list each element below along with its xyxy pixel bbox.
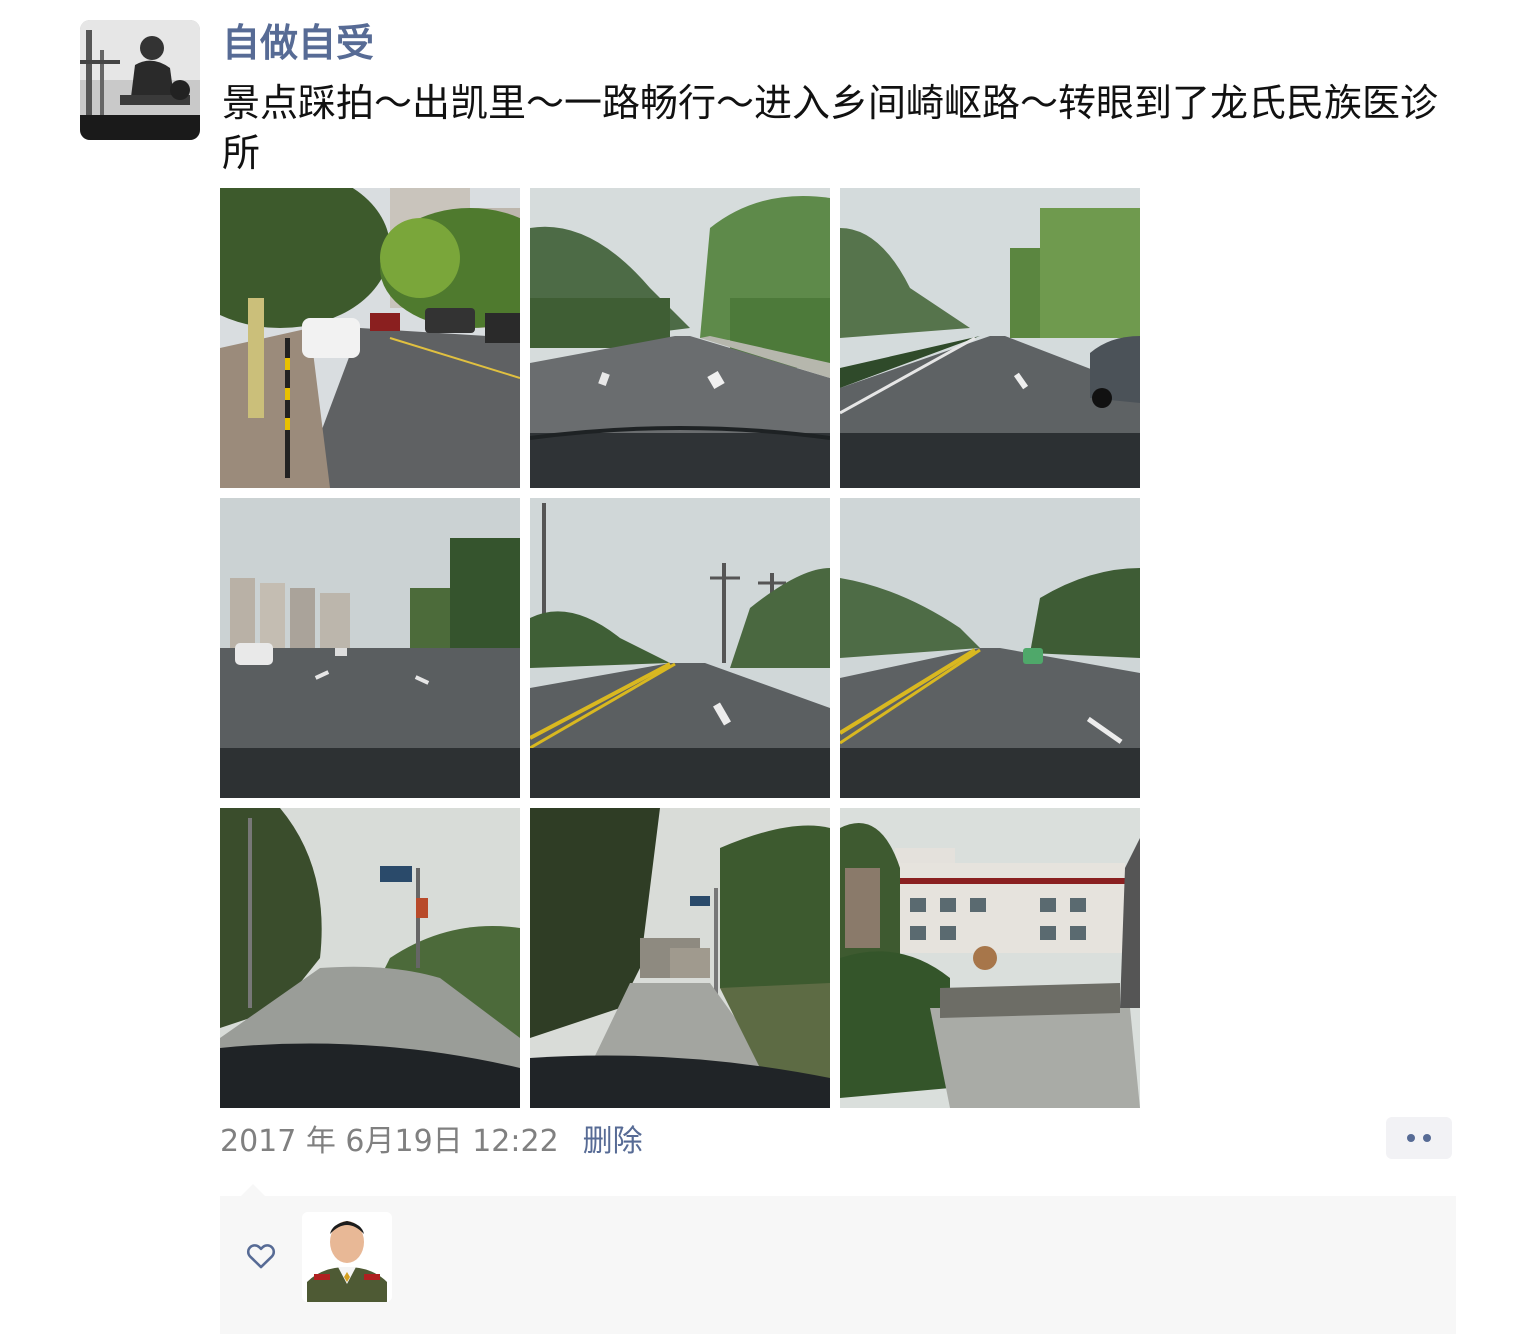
photo-clinic-building[interactable] [840,808,1140,1108]
likes-section [220,1196,1456,1334]
heart-icon [247,1244,275,1269]
delete-button[interactable]: 删除 [583,1116,643,1160]
photo-country-road-sign[interactable] [220,808,520,1108]
author-avatar[interactable] [80,20,200,140]
liker-avatar-1[interactable] [302,1212,392,1302]
post-meta: 2017 年 6月19日 12:22 删除 [220,1114,643,1162]
more-actions-button[interactable] [1386,1117,1452,1159]
post-text: 景点踩拍～出凯里～一路畅行～进入乡间崎岖路～转眼到了龙氏民族医诊所 [222,81,1439,175]
photo-highway-car[interactable] [840,188,1140,488]
more-dots-icon [1407,1134,1415,1142]
more-dots-icon [1423,1134,1431,1142]
photo-road-power-lines[interactable] [530,498,830,798]
author-name[interactable]: 自做自受 [222,18,374,68]
post-timestamp: 2017 年 6月19日 12:22 [220,1124,559,1159]
photo-highway-mountains[interactable] [530,188,830,488]
photo-grid [220,188,1140,1108]
photo-road-green-car[interactable] [840,498,1140,798]
photo-town-road[interactable] [220,498,520,798]
photo-city-street[interactable] [220,188,520,488]
photo-country-road-village[interactable] [530,808,830,1108]
